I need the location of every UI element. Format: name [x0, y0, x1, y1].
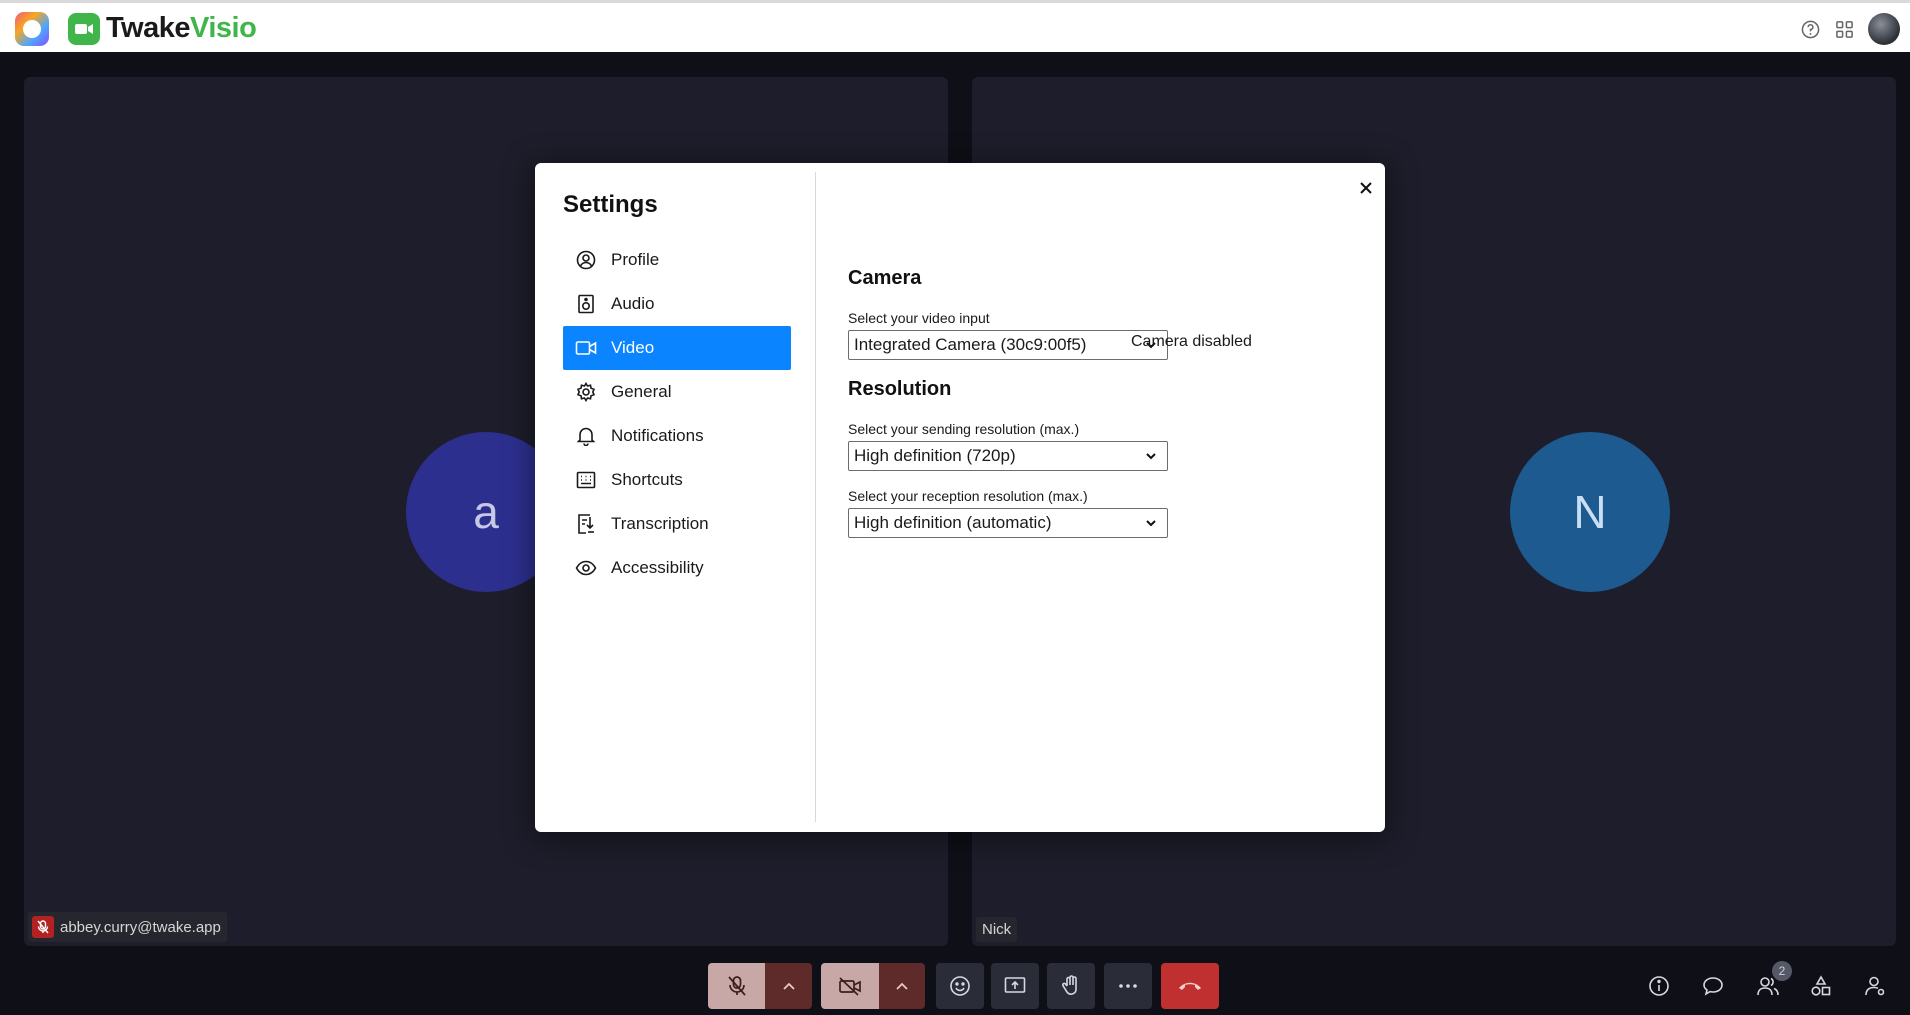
- mic-options-button[interactable]: [765, 963, 812, 1009]
- participant-count-badge: 2: [1772, 961, 1792, 981]
- chevron-up-icon: [782, 982, 795, 990]
- settings-nav-video[interactable]: Video: [563, 326, 791, 370]
- reception-resolution-select[interactable]: High definition (automatic): [848, 508, 1168, 538]
- emoji-icon: [950, 976, 970, 996]
- video-camera-icon: [575, 337, 597, 359]
- sending-resolution-select[interactable]: High definition (720p): [848, 441, 1168, 471]
- hand-icon: [1062, 975, 1077, 995]
- reception-resolution-value: High definition (automatic): [854, 513, 1052, 532]
- reception-resolution-label: Select your reception resolution (max.): [848, 488, 1088, 504]
- meeting-info-button[interactable]: [1644, 971, 1674, 1001]
- settings-nav-accessibility[interactable]: Accessibility: [563, 546, 791, 590]
- settings-dialog: Settings Profile Audio Video General Not…: [535, 163, 1385, 832]
- sending-resolution-label: Select your sending resolution (max.): [848, 421, 1080, 437]
- sending-resolution-value: High definition (720p): [854, 446, 1016, 465]
- nav-label: Transcription: [611, 514, 709, 533]
- settings-nav-profile[interactable]: Profile: [563, 238, 791, 282]
- participant-avatar: N: [1510, 432, 1670, 592]
- brand-name-part2: Visio: [190, 12, 257, 44]
- raise-hand-button[interactable]: [1047, 963, 1095, 1009]
- participant-name-tag: Nick: [976, 917, 1018, 942]
- settings-nav-general[interactable]: General: [563, 370, 791, 414]
- help-icon[interactable]: [1800, 19, 1820, 39]
- settings-nav-notifications[interactable]: Notifications: [563, 414, 791, 458]
- gear-icon: [575, 381, 597, 403]
- video-input-select[interactable]: Integrated Camera (30c9:00f5): [848, 330, 1168, 360]
- camera-off-icon: [839, 977, 861, 996]
- screen-share-icon: [1004, 977, 1026, 993]
- admin-button[interactable]: [1860, 971, 1890, 1001]
- settings-nav-shortcuts[interactable]: Shortcuts: [563, 458, 791, 502]
- chat-bubble-icon: [1703, 977, 1723, 996]
- eye-icon: [575, 557, 597, 579]
- brand-name-part1: Twake: [106, 12, 191, 44]
- phone-hangup-icon: [1179, 982, 1201, 990]
- resolution-heading: Resolution: [848, 378, 952, 400]
- mic-off-icon: [727, 976, 746, 996]
- nav-label: Accessibility: [611, 558, 704, 577]
- chat-button[interactable]: [1698, 971, 1728, 1001]
- more-dots-icon: [1119, 984, 1137, 988]
- participant-name: abbey.curry@twake.app: [60, 918, 221, 936]
- user-circle-icon: [575, 249, 597, 271]
- camera-options-button[interactable]: [879, 963, 925, 1009]
- chevron-down-icon: [1146, 520, 1156, 527]
- user-admin-icon: [1865, 976, 1885, 996]
- settings-nav-audio[interactable]: Audio: [563, 282, 791, 326]
- video-input-value: Integrated Camera (30c9:00f5): [854, 335, 1087, 354]
- settings-title: Settings: [563, 191, 658, 218]
- participant-name: Nick: [982, 921, 1012, 938]
- camera-toggle-button[interactable]: [821, 963, 879, 1009]
- call-controls-bar: 2: [0, 958, 1910, 1015]
- chevron-up-icon: [896, 982, 908, 990]
- reactions-button[interactable]: [936, 963, 984, 1009]
- close-button[interactable]: [1354, 176, 1378, 200]
- mic-muted-icon: [32, 916, 54, 938]
- camera-heading: Camera: [848, 267, 922, 289]
- info-icon: [1649, 976, 1669, 996]
- settings-nav: Profile Audio Video General Notification…: [563, 238, 791, 590]
- shapes-icon: [1811, 975, 1831, 996]
- divider: [815, 172, 816, 822]
- brand-name: TwakeVisio: [106, 12, 257, 45]
- tools-button[interactable]: [1806, 971, 1836, 1001]
- close-icon: [1360, 182, 1372, 194]
- video-input-label: Select your video input: [848, 310, 990, 326]
- brand-video-icon: [68, 12, 100, 45]
- nav-label: General: [611, 382, 672, 401]
- keyboard-icon: [575, 469, 597, 491]
- speaker-icon: [575, 293, 597, 315]
- top-right-actions: [1800, 12, 1910, 46]
- nav-label: Shortcuts: [611, 470, 683, 489]
- nav-label: Audio: [611, 294, 655, 313]
- bell-icon: [575, 425, 597, 447]
- nav-label: Profile: [611, 250, 660, 269]
- nav-label: Notifications: [611, 426, 704, 445]
- top-bar: TwakeVisio: [0, 0, 1910, 52]
- chevron-down-icon: [1146, 453, 1156, 460]
- screen-share-button[interactable]: [991, 963, 1039, 1009]
- settings-nav-transcription[interactable]: Transcription: [563, 502, 791, 546]
- brand: TwakeVisio: [68, 12, 257, 45]
- nav-label: Video: [611, 338, 655, 357]
- camera-status-text: Camera disabled: [1131, 333, 1252, 350]
- mic-toggle-button[interactable]: [708, 963, 765, 1009]
- app-launcher-logo-icon[interactable]: [15, 12, 49, 46]
- user-avatar[interactable]: [1868, 13, 1900, 45]
- participant-name-tag: abbey.curry@twake.app: [28, 912, 227, 942]
- transcript-icon: [575, 513, 597, 535]
- hang-up-button[interactable]: [1161, 963, 1219, 1009]
- apps-grid-icon[interactable]: [1834, 19, 1854, 39]
- more-options-button[interactable]: [1104, 963, 1152, 1009]
